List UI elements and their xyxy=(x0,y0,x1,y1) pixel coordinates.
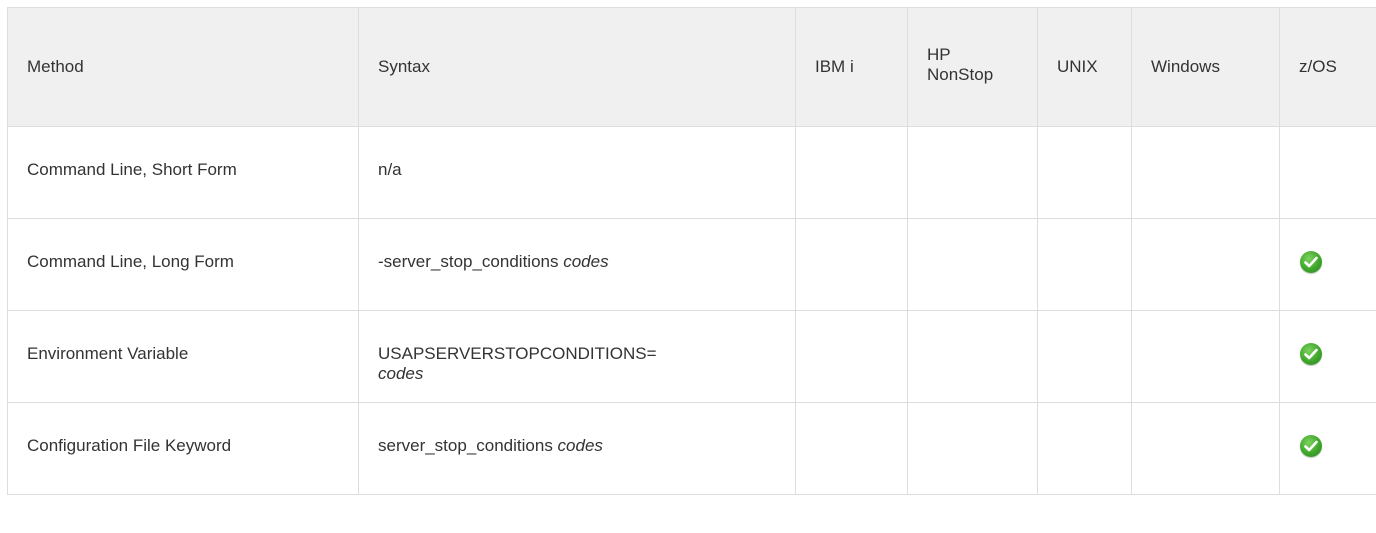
syntax-plain: -server_stop_conditions xyxy=(378,252,564,271)
header-windows: Windows xyxy=(1131,7,1280,127)
check-circle-icon xyxy=(1300,251,1322,273)
table-header-row: Method Syntax IBM i HP NonStop UNIX Wind… xyxy=(7,7,1376,127)
syntax-argument: codes xyxy=(563,252,609,271)
header-unix: UNIX xyxy=(1037,7,1132,127)
cell-hp-nonstop xyxy=(907,218,1038,311)
cell-zos xyxy=(1279,218,1376,311)
syntax-text: server_stop_conditions codes xyxy=(359,436,795,456)
cell-syntax: n/a xyxy=(358,126,796,219)
syntax-text: USAPSERVERSTOPCONDITIONS= codes xyxy=(359,344,795,384)
method-label: Environment Variable xyxy=(27,344,189,363)
header-method: Method xyxy=(7,7,359,127)
header-hp-line2: NonStop xyxy=(927,65,994,84)
header-zos: z/OS xyxy=(1279,7,1376,127)
cell-windows xyxy=(1131,218,1280,311)
cell-windows xyxy=(1131,402,1280,495)
cell-zos xyxy=(1279,310,1376,403)
syntax-plain: server_stop_conditions xyxy=(378,436,558,455)
table-row: Command Line, Short Form n/a xyxy=(7,126,1376,219)
cell-method: Command Line, Long Form xyxy=(7,218,359,311)
syntax-text: n/a xyxy=(359,160,795,180)
method-support-table: Method Syntax IBM i HP NonStop UNIX Wind… xyxy=(7,7,1376,495)
cell-ibmi xyxy=(795,126,908,219)
cell-hp-nonstop xyxy=(907,402,1038,495)
cell-unix xyxy=(1037,126,1132,219)
cell-unix xyxy=(1037,310,1132,403)
method-label: Command Line, Long Form xyxy=(27,252,234,271)
cell-zos xyxy=(1279,402,1376,495)
check-circle-icon xyxy=(1300,343,1322,365)
cell-hp-nonstop xyxy=(907,126,1038,219)
syntax-text: -server_stop_conditions codes xyxy=(359,252,795,272)
cell-method: Environment Variable xyxy=(7,310,359,403)
cell-ibmi xyxy=(795,402,908,495)
cell-syntax: USAPSERVERSTOPCONDITIONS= codes xyxy=(358,310,796,403)
cell-ibmi xyxy=(795,310,908,403)
method-label: Configuration File Keyword xyxy=(27,436,232,455)
syntax-argument: codes xyxy=(378,364,424,383)
cell-hp-nonstop xyxy=(907,310,1038,403)
cell-zos xyxy=(1279,126,1376,219)
syntax-argument: codes xyxy=(557,436,603,455)
syntax-plain: USAPSERVERSTOPCONDITIONS= xyxy=(378,344,657,363)
cell-windows xyxy=(1131,126,1280,219)
cell-method: Command Line, Short Form xyxy=(7,126,359,219)
cell-syntax: -server_stop_conditions codes xyxy=(358,218,796,311)
table-row: Command Line, Long Form -server_stop_con… xyxy=(7,218,1376,311)
check-circle-icon xyxy=(1300,435,1322,457)
header-syntax: Syntax xyxy=(358,7,796,127)
cell-method: Configuration File Keyword xyxy=(7,402,359,495)
header-hp-nonstop: HP NonStop xyxy=(907,7,1038,127)
cell-unix xyxy=(1037,218,1132,311)
table-row: Configuration File Keyword server_stop_c… xyxy=(7,402,1376,495)
method-label: Command Line, Short Form xyxy=(27,160,237,179)
cell-syntax: server_stop_conditions codes xyxy=(358,402,796,495)
cell-ibmi xyxy=(795,218,908,311)
header-hp-line1: HP xyxy=(927,45,951,64)
table-row: Environment Variable USAPSERVERSTOPCONDI… xyxy=(7,310,1376,403)
syntax-plain: n/a xyxy=(378,160,402,179)
header-ibmi: IBM i xyxy=(795,7,908,127)
cell-unix xyxy=(1037,402,1132,495)
cell-windows xyxy=(1131,310,1280,403)
